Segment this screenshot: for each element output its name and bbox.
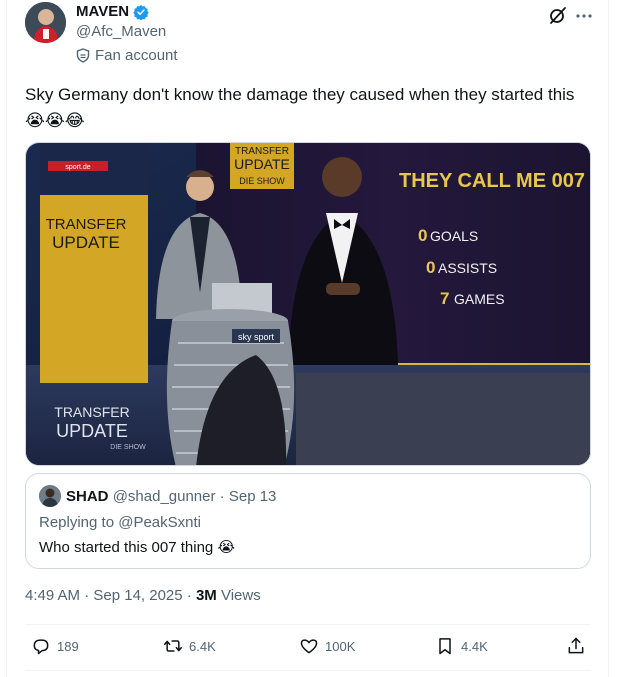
stat-games-number: 7 <box>440 289 449 308</box>
desk-logo: sky sport <box>238 332 275 342</box>
share-button[interactable] <box>566 636 586 656</box>
fan-account-text: Fan account <box>95 47 178 64</box>
fan-account-label: Fan account <box>76 47 178 64</box>
quote-handle[interactable]: @shad_gunner <box>113 488 216 505</box>
left-panel-line1: TRANSFER <box>46 216 127 233</box>
author-display-name[interactable]: MAVEN <box>76 3 129 20</box>
actions-divider-bottom <box>25 670 591 671</box>
headline: THEY CALL ME 007 <box>399 170 585 192</box>
quote-text: Who started this 007 thing 😭 <box>39 538 235 556</box>
shield-icon <box>76 48 90 63</box>
action-bar: 189 6.4K 100K 4.4K <box>25 632 591 662</box>
stat-games-label: GAMES <box>454 291 505 307</box>
views-count: 3M <box>195 587 217 604</box>
quote-header: SHAD @shad_gunner · Sep 13 <box>66 488 276 505</box>
timestamp-date[interactable]: 4:49 AM · Sep 14, 2025 · <box>25 587 196 604</box>
bottom-logo-line1: TRANSFER <box>54 404 129 420</box>
stat-goals-number: 0 <box>418 226 427 245</box>
heart-icon <box>300 639 318 654</box>
quote-avatar[interactable] <box>39 485 61 507</box>
bookmark-icon <box>439 638 451 655</box>
quote-body: Who started this 007 thing <box>39 539 214 556</box>
more-options-icon[interactable] <box>574 6 594 26</box>
bookmark-count: 4.4K <box>461 638 488 654</box>
reply-count: 189 <box>57 638 79 654</box>
author-name-row: MAVEN <box>76 3 149 20</box>
share-icon <box>568 637 584 654</box>
show-logo-line2: UPDATE <box>234 156 290 172</box>
repost-count: 6.4K <box>189 638 216 654</box>
bottom-logo-line3: DIE SHOW <box>110 444 146 451</box>
bookmark-button[interactable]: 4.4K <box>435 636 488 656</box>
stat-assists-label: ASSISTS <box>438 260 497 276</box>
bottom-logo-line2: UPDATE <box>56 421 128 441</box>
views-label: Views <box>216 587 261 604</box>
quoted-tweet[interactable]: SHAD @shad_gunner · Sep 13 Replying to @… <box>25 473 591 569</box>
tweet-media-image[interactable]: sport.de TRANSFER UPDATE TRANSFER UPDATE… <box>25 142 591 466</box>
quote-separator: · <box>219 488 229 505</box>
tweet-body: Sky Germany don't know the damage they c… <box>25 85 575 104</box>
repost-button[interactable]: 6.4K <box>163 636 216 656</box>
like-count: 100K <box>325 638 356 654</box>
quote-replying-to[interactable]: Replying to @PeakSxnti <box>39 514 201 531</box>
tweet-timestamp[interactable]: 4:49 AM · Sep 14, 2025 · 3M Views <box>25 587 261 604</box>
grok-icon[interactable] <box>548 5 568 25</box>
actions-divider-top <box>25 624 591 625</box>
tweet-emojis: 😭😭😂 <box>25 111 85 130</box>
reply-icon <box>33 639 49 655</box>
quote-emoji: 😭 <box>217 539 235 556</box>
repost-icon <box>163 640 183 652</box>
like-button[interactable]: 100K <box>299 636 355 656</box>
stat-row-goals: 0 GOALS <box>418 226 478 245</box>
author-avatar[interactable] <box>25 2 66 43</box>
author-handle[interactable]: @Afc_Maven <box>76 23 166 40</box>
left-panel-line2: UPDATE <box>52 233 120 252</box>
quote-date[interactable]: Sep 13 <box>229 488 277 505</box>
show-logo-line3: DIE SHOW <box>239 176 285 186</box>
stat-goals-label: GOALS <box>430 228 478 244</box>
stat-assists-number: 0 <box>426 258 435 277</box>
quote-display-name[interactable]: SHAD <box>66 488 109 505</box>
tweet-text: Sky Germany don't know the damage they c… <box>25 84 605 132</box>
reply-button[interactable]: 189 <box>31 636 79 656</box>
verified-badge-icon <box>133 4 149 20</box>
sport-tag-label: sport.de <box>65 164 90 171</box>
